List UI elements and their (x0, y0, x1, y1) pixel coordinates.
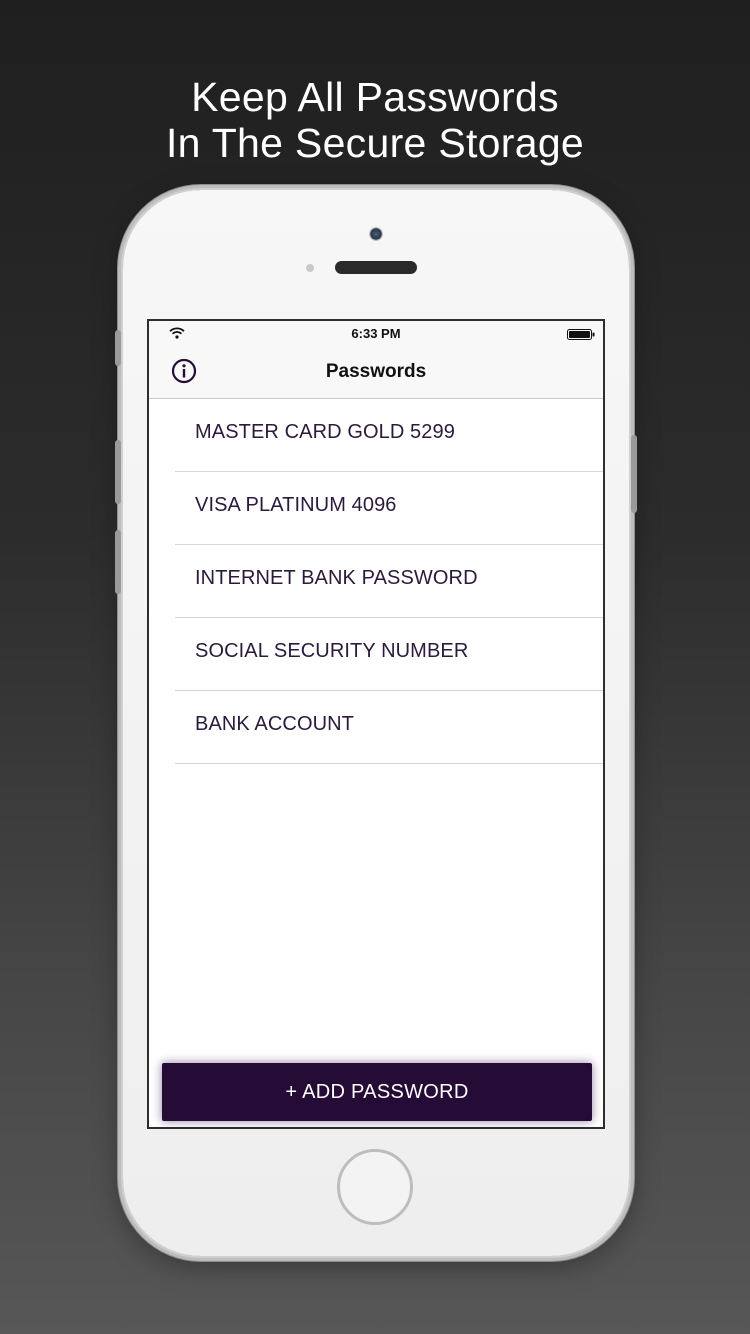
add-password-button[interactable]: + ADD PASSWORD (162, 1063, 592, 1121)
list-item[interactable]: SOCIAL SECURITY NUMBER (175, 618, 603, 691)
list-item-label: VISA PLATINUM 4096 (195, 494, 397, 516)
mute-switch (115, 330, 121, 366)
power-button (631, 435, 637, 513)
headline-line-2: In The Secure Storage (165, 120, 585, 166)
list-item[interactable]: INTERNET BANK PASSWORD (175, 545, 603, 618)
list-item-label: MASTER CARD GOLD 5299 (195, 421, 455, 443)
earpiece-speaker (335, 261, 417, 274)
list-item-label: INTERNET BANK PASSWORD (195, 567, 478, 589)
page-title: Passwords (325, 361, 427, 382)
volume-down-button (115, 530, 121, 594)
app-screen: 6:33 PM Passwords MASTER CARD GOLD 5299 … (147, 319, 605, 1129)
list-item-label: SOCIAL SECURITY NUMBER (195, 640, 469, 662)
headline-line-1: Keep All Passwords (191, 74, 559, 120)
volume-up-button (115, 440, 121, 504)
status-time: 6:33 PM (351, 326, 401, 341)
list-item[interactable]: BANK ACCOUNT (175, 691, 603, 764)
list-item[interactable]: VISA PLATINUM 4096 (175, 472, 603, 545)
front-camera (369, 227, 383, 241)
list-item-label: BANK ACCOUNT (195, 713, 355, 735)
home-button[interactable] (337, 1149, 413, 1225)
battery-icon (567, 329, 595, 340)
list-item[interactable]: MASTER CARD GOLD 5299 (175, 399, 603, 472)
navigation-bar: Passwords (149, 347, 603, 399)
phone-frame: 6:33 PM Passwords MASTER CARD GOLD 5299 … (115, 190, 637, 1256)
promo-headline: Keep All Passwords In The Secure Storage (0, 74, 750, 166)
password-list: MASTER CARD GOLD 5299 VISA PLATINUM 4096… (149, 399, 603, 764)
proximity-sensor (306, 264, 314, 272)
status-bar: 6:33 PM (149, 321, 603, 347)
